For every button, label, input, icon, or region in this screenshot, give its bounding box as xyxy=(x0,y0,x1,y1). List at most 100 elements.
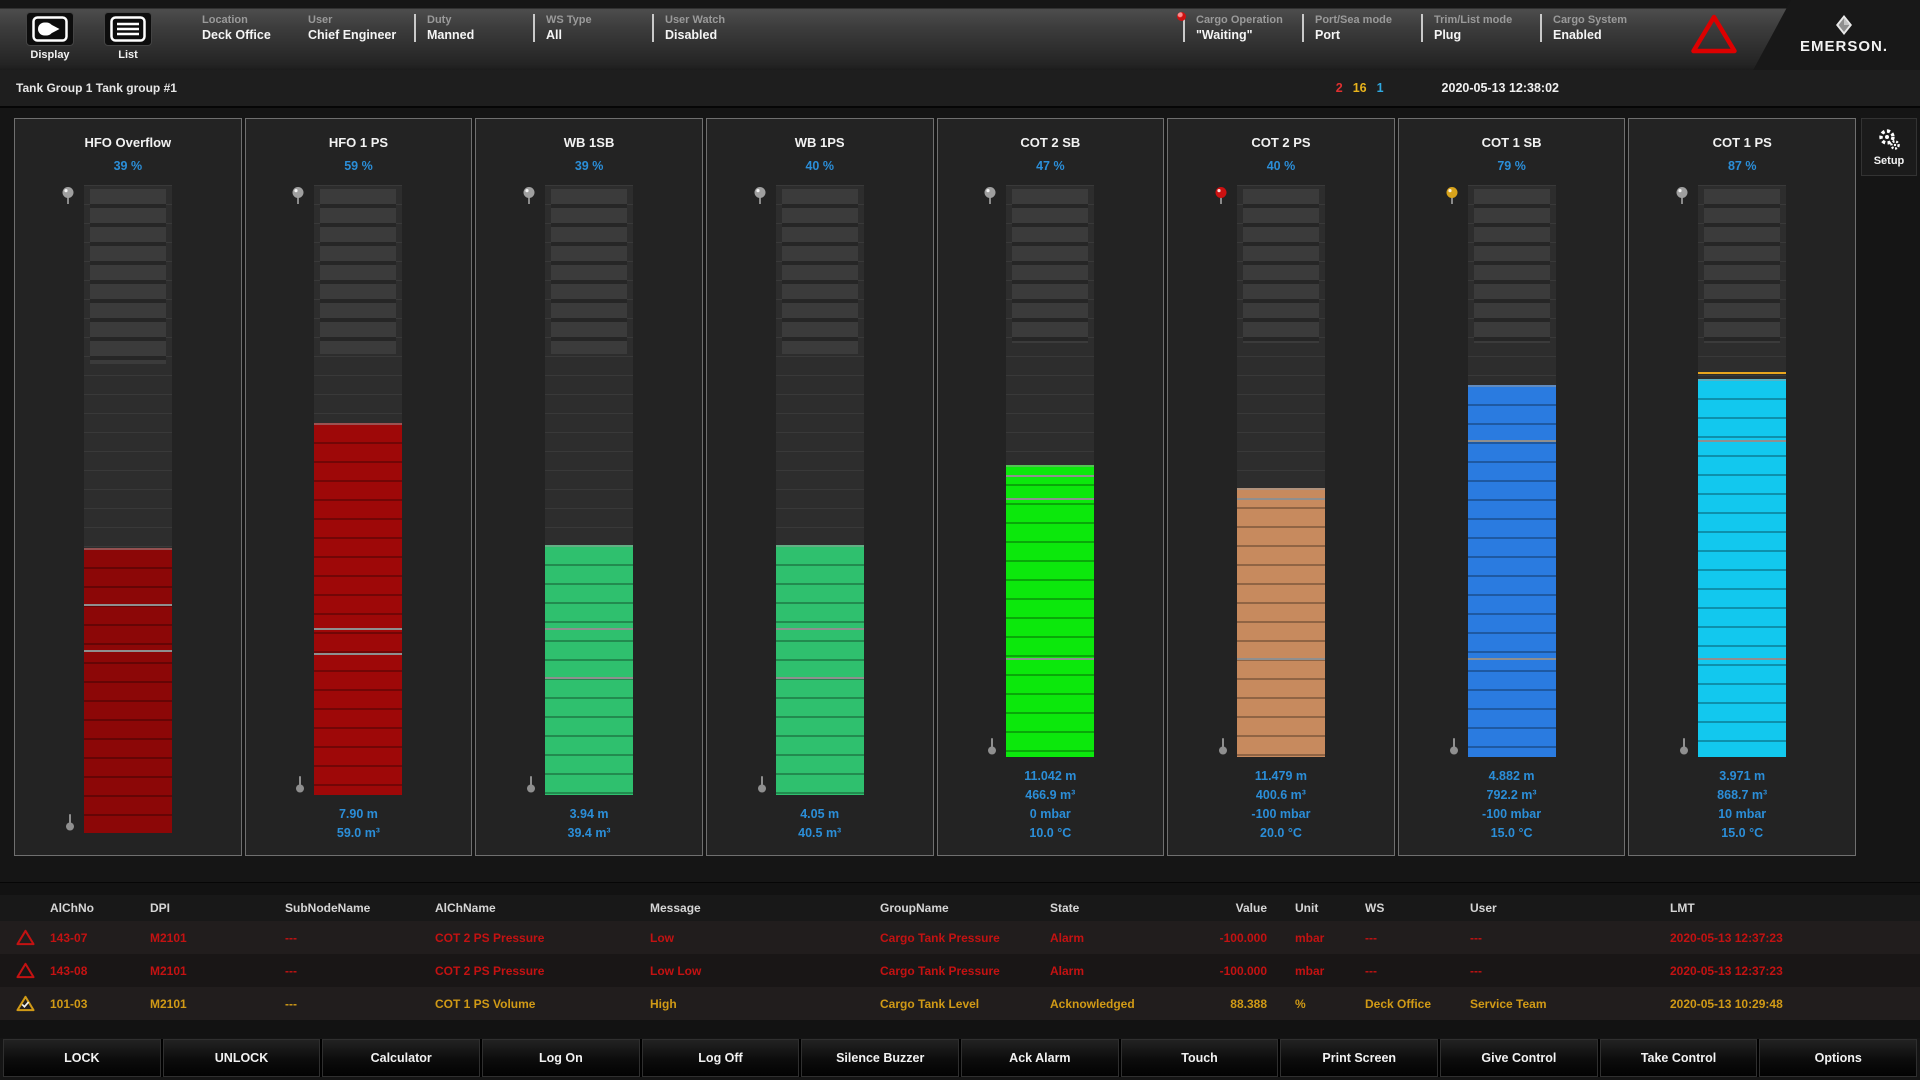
field-label: Location xyxy=(202,14,294,26)
gauge-fill xyxy=(776,545,864,795)
tank-values: 4.882 m792.2 m³-100 mbar15.0 °C xyxy=(1482,767,1541,843)
header-cell-unit: Unit xyxy=(1295,901,1365,915)
field-value: "Waiting" xyxy=(1196,28,1288,42)
tank-values: 11.479 m400.6 m³-100 mbar20.0 °C xyxy=(1251,767,1310,843)
alarm-row[interactable]: 101-03M2101---COT 1 PS VolumeHighCargo T… xyxy=(0,987,1920,1020)
temperature-sensor-icon xyxy=(294,775,306,793)
gauge-marker xyxy=(84,650,172,652)
field-label: WS Type xyxy=(546,14,638,26)
pressure-sensor-icon xyxy=(1445,186,1459,205)
tank-gauge xyxy=(1698,185,1786,757)
tank-value-line: 39.4 m³ xyxy=(568,824,611,843)
header-cell-state: State xyxy=(1050,901,1200,915)
system-button-lock[interactable]: LOCK xyxy=(3,1039,161,1077)
system-button-log-on[interactable]: Log On xyxy=(482,1039,640,1077)
display-button[interactable]: Display xyxy=(22,12,78,61)
header-cell-subnodename: SubNodeName xyxy=(285,901,435,915)
header-field-ws-type: WS Type All xyxy=(533,14,638,42)
system-button-give-control[interactable]: Give Control xyxy=(1440,1039,1598,1077)
top-header: Display List Location Deck Office User C… xyxy=(0,0,1920,70)
gauge-marker xyxy=(314,653,402,655)
system-button-touch[interactable]: Touch xyxy=(1121,1039,1279,1077)
tank-percent: 87 % xyxy=(1728,159,1757,173)
tank-panel-hfo-1-ps[interactable]: HFO 1 PS 59 % 7.90 m59.0 m³ xyxy=(245,118,473,856)
tank-value-line: 3.94 m xyxy=(568,805,611,824)
alarm-cell-value: -100.000 xyxy=(1200,931,1295,945)
tank-name: COT 2 PS xyxy=(1251,135,1310,150)
tank-panel-hfo-overflow[interactable]: HFO Overflow 39 % xyxy=(14,118,242,856)
header-field-cargo-operation: Cargo Operation "Waiting" xyxy=(1183,14,1288,42)
alarm-row[interactable]: 143-07M2101---COT 2 PS PressureLowCargo … xyxy=(0,921,1920,954)
tank-value-line: 11.042 m xyxy=(1024,767,1076,786)
alarm-row[interactable]: 143-08M2101---COT 2 PS PressureLow LowCa… xyxy=(0,954,1920,987)
header-field-location: Location Deck Office xyxy=(202,14,294,42)
alarm-cell-user: --- xyxy=(1470,931,1670,945)
temperature-sensor-icon xyxy=(1678,737,1690,755)
tank-percent: 47 % xyxy=(1036,159,1065,173)
field-label: User xyxy=(308,14,400,26)
pressure-sensor-icon xyxy=(1675,186,1689,205)
tank-panel-wb-1sb[interactable]: WB 1SB 39 % 3.94 m39.4 m³ xyxy=(475,118,703,856)
system-button-calculator[interactable]: Calculator xyxy=(322,1039,480,1077)
gauge-marker xyxy=(1698,372,1786,374)
list-button[interactable]: List xyxy=(100,12,156,61)
tank-name: WB 1SB xyxy=(564,135,615,150)
pressure-sensor-icon xyxy=(983,186,997,205)
tank-percent: 79 % xyxy=(1497,159,1526,173)
tank-values: 4.05 m40.5 m³ xyxy=(798,805,841,843)
tank-value-line: 3.971 m xyxy=(1717,767,1767,786)
header-cell-message: Message xyxy=(650,901,880,915)
tank-values: 7.90 m59.0 m³ xyxy=(337,805,380,843)
display-button-label: Display xyxy=(22,49,78,61)
tank-percent: 59 % xyxy=(344,159,373,173)
alarm-cell-groupname: Cargo Tank Pressure xyxy=(880,964,1050,978)
system-button-options[interactable]: Options xyxy=(1759,1039,1917,1077)
alarm-table-body: 143-07M2101---COT 2 PS PressureLowCargo … xyxy=(0,921,1920,1020)
tank-value-line: 20.0 °C xyxy=(1251,824,1310,843)
system-button-log-off[interactable]: Log Off xyxy=(642,1039,800,1077)
alarm-indicator-icon[interactable] xyxy=(1690,13,1738,55)
field-value: Plug xyxy=(1434,28,1526,42)
system-button-print-screen[interactable]: Print Screen xyxy=(1280,1039,1438,1077)
gauge-fill xyxy=(545,545,633,795)
alarm-cell-state: Acknowledged xyxy=(1050,997,1200,1011)
alarm-cell-subnodename: --- xyxy=(285,931,435,945)
list-icon xyxy=(110,16,146,42)
field-value: Manned xyxy=(427,28,519,42)
header-field-cargo-system: Cargo System Enabled xyxy=(1540,14,1645,42)
system-button-unlock[interactable]: UNLOCK xyxy=(163,1039,321,1077)
tank-gauge xyxy=(1006,185,1094,757)
field-value: Deck Office xyxy=(202,28,294,42)
system-button-take-control[interactable]: Take Control xyxy=(1600,1039,1758,1077)
tank-value-line: 15.0 °C xyxy=(1717,824,1767,843)
gauge-area xyxy=(15,185,241,833)
tank-value-line: 10.0 °C xyxy=(1024,824,1076,843)
tank-name: HFO Overflow xyxy=(84,135,171,150)
setup-button[interactable]: Setup xyxy=(1861,118,1917,176)
tank-panel-cot-1-ps[interactable]: COT 1 PS 87 % 3.971 m868.7 m³10 mbar15.0… xyxy=(1628,118,1856,856)
field-label: Cargo Operation xyxy=(1196,14,1288,26)
tank-name: COT 2 SB xyxy=(1020,135,1080,150)
tank-gauge xyxy=(1468,185,1556,757)
gauge-marker xyxy=(1006,498,1094,500)
field-value: All xyxy=(546,28,638,42)
system-button-silence-buzzer[interactable]: Silence Buzzer xyxy=(801,1039,959,1077)
gauge-marker xyxy=(1237,658,1325,660)
temperature-sensor-icon xyxy=(1448,737,1460,755)
tank-panel-cot-2-sb[interactable]: COT 2 SB 47 % 11.042 m466.9 m³0 mbar10.0… xyxy=(937,118,1165,856)
tank-panel-wb-1ps[interactable]: WB 1PS 40 % 4.05 m40.5 m³ xyxy=(706,118,934,856)
tank-panel-cot-2-ps[interactable]: COT 2 PS 40 % 11.479 m400.6 m³-100 mbar2… xyxy=(1167,118,1395,856)
tank-value-line: 868.7 m³ xyxy=(1717,786,1767,805)
tank-values: 3.971 m868.7 m³10 mbar15.0 °C xyxy=(1717,767,1767,843)
system-button-ack-alarm[interactable]: Ack Alarm xyxy=(961,1039,1119,1077)
gear-icon xyxy=(1877,127,1901,151)
alarm-cell-alchno: 143-07 xyxy=(50,931,150,945)
alarm-cell-unit: mbar xyxy=(1295,931,1365,945)
alarm-cell-dpi: M2101 xyxy=(150,964,285,978)
gauge-marker xyxy=(1698,658,1786,660)
alarm-severity-icon xyxy=(0,995,50,1012)
tank-panel-cot-1-sb[interactable]: COT 1 SB 79 % 4.882 m792.2 m³-100 mbar15… xyxy=(1398,118,1626,856)
status-bar: Tank Group 1 Tank group #1 2161 2020-05-… xyxy=(0,70,1920,108)
alarm-cell-subnodename: --- xyxy=(285,964,435,978)
alarm-cell-groupname: Cargo Tank Pressure xyxy=(880,931,1050,945)
